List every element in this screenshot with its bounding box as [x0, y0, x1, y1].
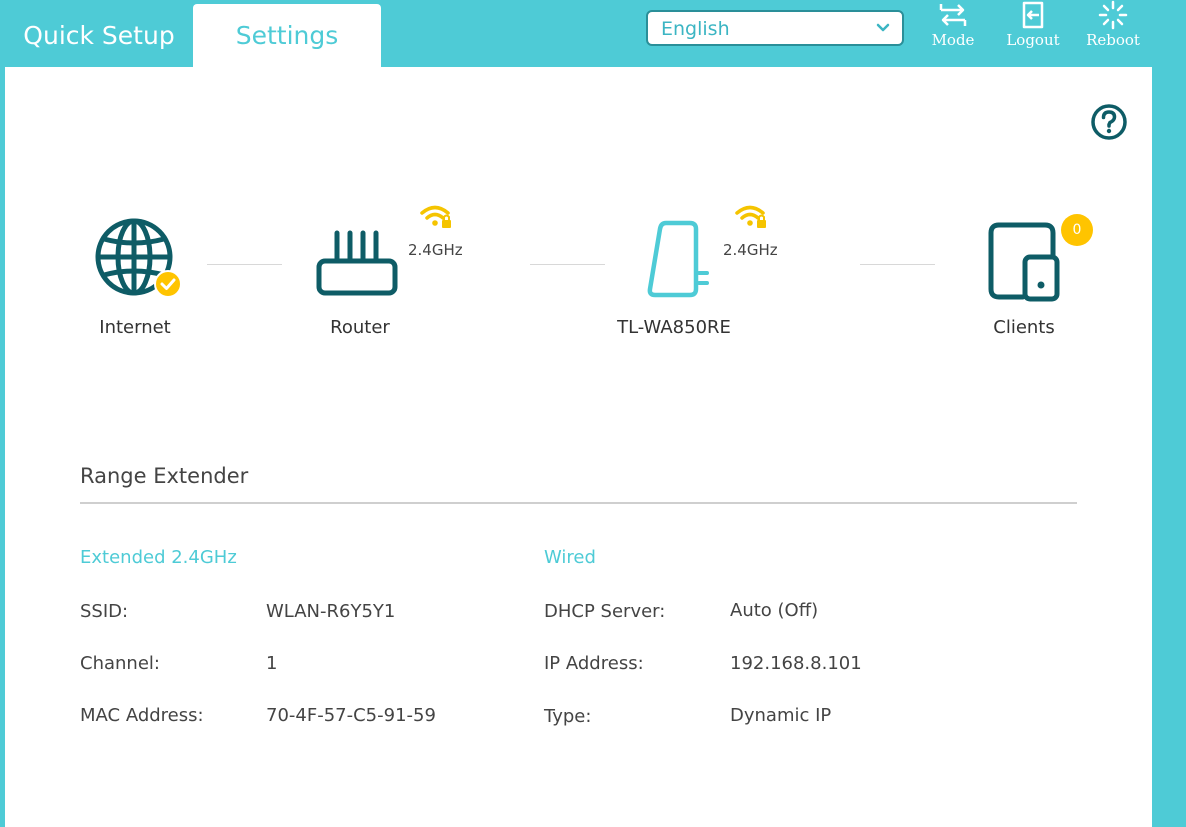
clients-count-badge: 0	[1061, 214, 1093, 246]
clients-label: Clients	[993, 317, 1055, 338]
clients-devices-icon[interactable]	[987, 221, 1063, 303]
section-divider	[80, 502, 1077, 504]
connector-line	[530, 264, 605, 265]
ssid-label: SSID:	[80, 601, 129, 622]
router-label: Router	[330, 317, 390, 338]
connector-line	[860, 264, 935, 265]
reboot-label: Reboot	[1086, 31, 1140, 49]
type-value: Dynamic IP	[730, 705, 832, 726]
language-selected: English	[661, 18, 730, 40]
dhcp-server-label: DHCP Server:	[544, 601, 666, 622]
ip-address-label: IP Address:	[544, 653, 644, 674]
reboot-spinner-icon	[1098, 0, 1128, 30]
language-select[interactable]: English	[646, 10, 904, 46]
mac-address-label: MAC Address:	[80, 705, 204, 726]
wifi-locked-icon	[735, 205, 766, 228]
ip-address-value: 192.168.8.101	[730, 653, 862, 674]
range-extender-icon[interactable]	[641, 217, 715, 301]
extender-label: TL-WA850RE	[617, 317, 731, 338]
channel-label: Channel:	[80, 653, 160, 674]
tab-quick-setup[interactable]: Quick Setup	[14, 0, 184, 67]
chevron-down-icon	[876, 23, 890, 32]
type-label: Type:	[544, 706, 592, 727]
mode-switch-icon	[939, 4, 967, 26]
extended-heading: Extended 2.4GHz	[80, 547, 237, 568]
internet-label: Internet	[99, 317, 171, 338]
logout-button[interactable]: Logout	[997, 0, 1069, 49]
extender-band-label: 2.4GHz	[723, 241, 778, 259]
logout-label: Logout	[1006, 31, 1060, 49]
main-panel: Internet 2.4GHz Router 2.4GHz TL-WA850RE	[5, 67, 1152, 827]
ssid-value: WLAN-R6Y5Y1	[266, 601, 396, 622]
globe-icon[interactable]	[93, 217, 187, 301]
connector-line	[207, 264, 282, 265]
reboot-button[interactable]: Reboot	[1077, 0, 1149, 49]
wifi-locked-icon	[420, 205, 451, 228]
section-title: Range Extender	[80, 464, 249, 488]
wired-heading: Wired	[544, 547, 596, 568]
dhcp-server-value: Auto (Off)	[730, 600, 819, 621]
mode-label: Mode	[931, 31, 975, 49]
router-band-label: 2.4GHz	[408, 241, 463, 259]
logout-icon	[1022, 1, 1044, 29]
channel-value: 1	[266, 653, 278, 674]
mac-address-value: 70-4F-57-C5-91-59	[266, 705, 436, 726]
help-icon[interactable]	[1089, 102, 1129, 142]
tab-settings[interactable]: Settings	[193, 4, 381, 68]
router-icon[interactable]	[313, 227, 403, 299]
mode-button[interactable]: Mode	[917, 0, 989, 49]
